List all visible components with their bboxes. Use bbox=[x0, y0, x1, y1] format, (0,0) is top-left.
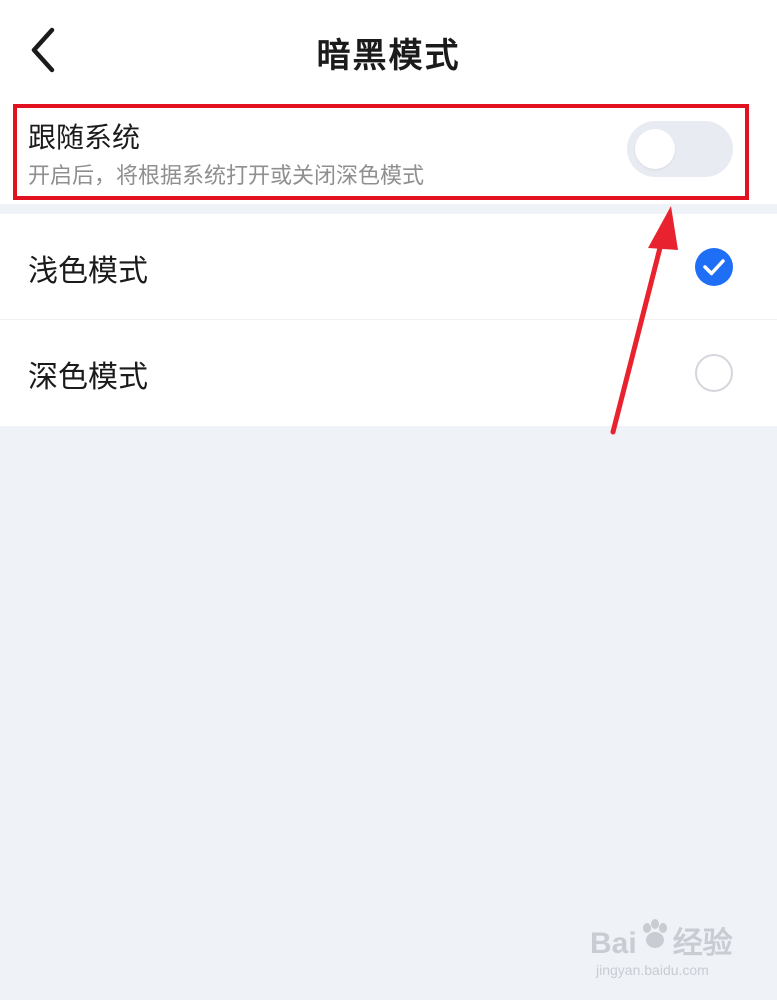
watermark-brand: Bai 经验 bbox=[590, 927, 733, 960]
dark-mode-option[interactable]: 深色模式 bbox=[0, 320, 777, 426]
dark-mode-label: 深色模式 bbox=[28, 360, 148, 395]
section-separator bbox=[0, 204, 777, 214]
watermark: Bai 经验 jingyan.baidu.com bbox=[590, 918, 760, 988]
light-mode-radio[interactable] bbox=[695, 248, 733, 286]
light-mode-option[interactable]: 浅色模式 bbox=[0, 214, 777, 320]
follow-system-description: 开启后，将根据系统打开或关闭深色模式 bbox=[28, 164, 425, 189]
paw-icon bbox=[643, 919, 667, 948]
top-bar: 暗黑模式 bbox=[0, 0, 777, 100]
light-mode-label: 浅色模式 bbox=[28, 254, 148, 289]
follow-system-row: 跟随系统 开启后，将根据系统打开或关闭深色模式 bbox=[0, 100, 777, 204]
page-title: 暗黑模式 bbox=[316, 36, 461, 76]
watermark-url: jingyan.baidu.com bbox=[596, 962, 709, 978]
follow-system-title: 跟随系统 bbox=[28, 121, 141, 154]
toggle-knob bbox=[635, 129, 675, 169]
follow-system-toggle[interactable] bbox=[627, 121, 733, 177]
checkmark-icon bbox=[703, 259, 725, 276]
dark-mode-radio[interactable] bbox=[695, 354, 733, 392]
